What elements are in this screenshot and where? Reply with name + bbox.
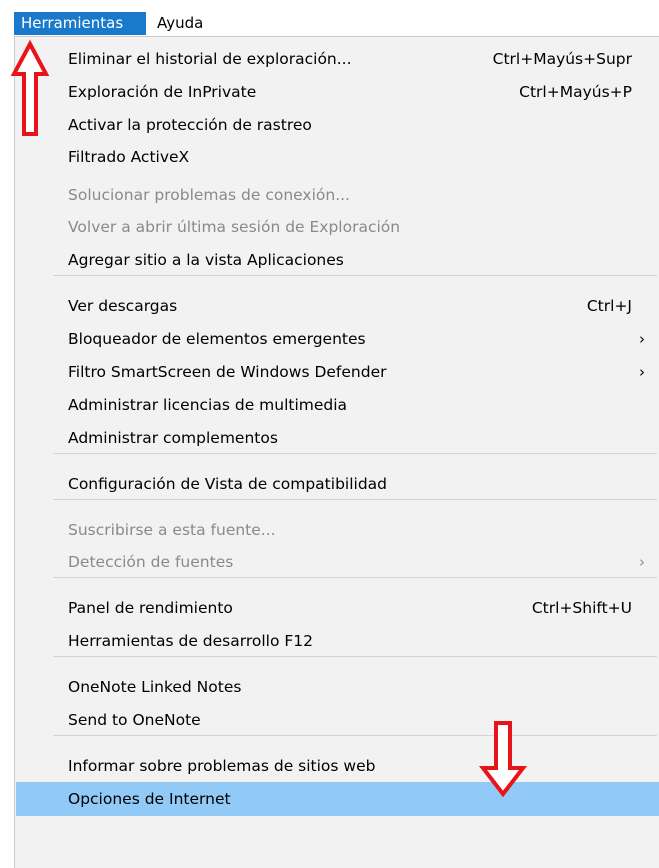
menu-item-label: Opciones de Internet bbox=[68, 790, 231, 808]
menu-item-configuracion-de-vista-de-compatibilidad[interactable]: Configuración de Vista de compatibilidad bbox=[16, 467, 659, 501]
menu-item-administrar-licencias-de-multimedia[interactable]: Administrar licencias de multimedia bbox=[16, 388, 659, 422]
submenu-chevron-icon: › bbox=[639, 330, 645, 348]
menu-item-label: Panel de rendimiento bbox=[68, 599, 233, 617]
menu-item-shortcut: Ctrl+Mayús+P bbox=[519, 83, 632, 101]
menu-item-onenote-linked-notes[interactable]: OneNote Linked Notes bbox=[16, 670, 659, 704]
menu-item-label: Informar sobre problemas de sitios web bbox=[68, 757, 376, 775]
menu-item-label: Volver a abrir última sesión de Explorac… bbox=[68, 218, 401, 236]
submenu-chevron-icon: › bbox=[639, 553, 645, 571]
menu-item-label: Filtro SmartScreen de Windows Defender bbox=[68, 363, 387, 381]
menu-item-label: Configuración de Vista de compatibilidad bbox=[68, 475, 387, 493]
menu-item-informar-sobre-problemas-de-sitios-web[interactable]: Informar sobre problemas de sitios web bbox=[16, 749, 659, 783]
menu-item-label: Eliminar el historial de exploración... bbox=[68, 50, 352, 68]
menu-item-label: Administrar licencias de multimedia bbox=[68, 396, 348, 414]
menu-item-label: Agregar sitio a la vista Aplicaciones bbox=[68, 251, 344, 269]
menubar-tools[interactable]: Herramientas bbox=[14, 12, 146, 35]
menu-separator bbox=[53, 735, 657, 736]
menu-item-volver-a-abrir-ultima-sesion-de-exploracion[interactable]: Volver a abrir última sesión de Explorac… bbox=[16, 210, 659, 244]
tools-dropdown-menu: Eliminar el historial de exploración... C… bbox=[14, 36, 659, 868]
menu-item-label: Herramientas de desarrollo F12 bbox=[68, 632, 314, 650]
red-up-arrow-icon bbox=[10, 40, 50, 136]
menu-item-shortcut: Ctrl+J bbox=[586, 297, 632, 315]
menu-item-bloqueador-de-elementos-emergentes[interactable]: Bloqueador de elementos emergentes › bbox=[16, 322, 659, 356]
menu-separator bbox=[53, 656, 657, 657]
menu-item-filtro-smartscreen-de-windows-defender[interactable]: Filtro SmartScreen de Windows Defender › bbox=[16, 355, 659, 389]
menu-item-administrar-complementos[interactable]: Administrar complementos bbox=[16, 421, 659, 455]
menu-item-label: Detección de fuentes bbox=[68, 553, 234, 571]
menu-separator bbox=[53, 453, 657, 454]
menu-item-herramientas-de-desarrollo-f12[interactable]: Herramientas de desarrollo F12 bbox=[16, 624, 659, 658]
menu-separator bbox=[53, 577, 657, 578]
menu-item-solucionar-problemas-de-conexion[interactable]: Solucionar problemas de conexión... bbox=[16, 178, 659, 212]
menubar-help[interactable]: Ayuda bbox=[150, 12, 222, 35]
menu-item-panel-de-rendimiento[interactable]: Panel de rendimiento Ctrl+Shift+U bbox=[16, 591, 659, 625]
menu-item-label: Solucionar problemas de conexión... bbox=[68, 186, 350, 204]
menu-item-opciones-de-internet[interactable]: Opciones de Internet bbox=[16, 782, 659, 816]
menu-item-eliminar-el-historial-de-exploracion[interactable]: Eliminar el historial de exploración... C… bbox=[16, 42, 659, 76]
menu-item-shortcut: Ctrl+Shift+U bbox=[531, 599, 632, 617]
menu-item-exploracion-de-inprivate[interactable]: Exploración de InPrivate Ctrl+Mayús+P bbox=[16, 75, 659, 109]
menu-item-label: OneNote Linked Notes bbox=[68, 678, 242, 696]
menu-separator bbox=[53, 275, 657, 276]
menu-item-send-to-onenote[interactable]: Send to OneNote bbox=[16, 703, 659, 737]
menu-item-label: Filtrado ActiveX bbox=[68, 148, 190, 166]
menu-separator bbox=[53, 499, 657, 500]
menu-item-filtrado-activex[interactable]: Filtrado ActiveX bbox=[16, 140, 659, 174]
menu-item-label: Ver descargas bbox=[68, 297, 178, 315]
red-down-arrow-icon bbox=[478, 721, 528, 798]
menu-item-label: Send to OneNote bbox=[68, 711, 201, 729]
menu-item-shortcut: Ctrl+Mayús+Supr bbox=[492, 50, 632, 68]
menu-item-agregar-sitio-a-la-vista-aplicaciones[interactable]: Agregar sitio a la vista Aplicaciones bbox=[16, 243, 659, 277]
menu-item-activar-la-proteccion-de-rastreo[interactable]: Activar la protección de rastreo bbox=[16, 108, 659, 142]
menu-item-label: Suscribirse a esta fuente... bbox=[68, 521, 276, 539]
menu-item-deteccion-de-fuentes[interactable]: Detección de fuentes › bbox=[16, 545, 659, 579]
menu-item-label: Administrar complementos bbox=[68, 429, 278, 447]
menu-item-label: Exploración de InPrivate bbox=[68, 83, 257, 101]
menu-item-label: Activar la protección de rastreo bbox=[68, 116, 312, 134]
submenu-chevron-icon: › bbox=[639, 363, 645, 381]
menu-item-label: Bloqueador de elementos emergentes bbox=[68, 330, 366, 348]
menu-item-ver-descargas[interactable]: Ver descargas Ctrl+J bbox=[16, 289, 659, 323]
menu-bar: Herramientas Ayuda bbox=[0, 0, 659, 36]
menu-item-suscribirse-a-esta-fuente[interactable]: Suscribirse a esta fuente... bbox=[16, 513, 659, 547]
